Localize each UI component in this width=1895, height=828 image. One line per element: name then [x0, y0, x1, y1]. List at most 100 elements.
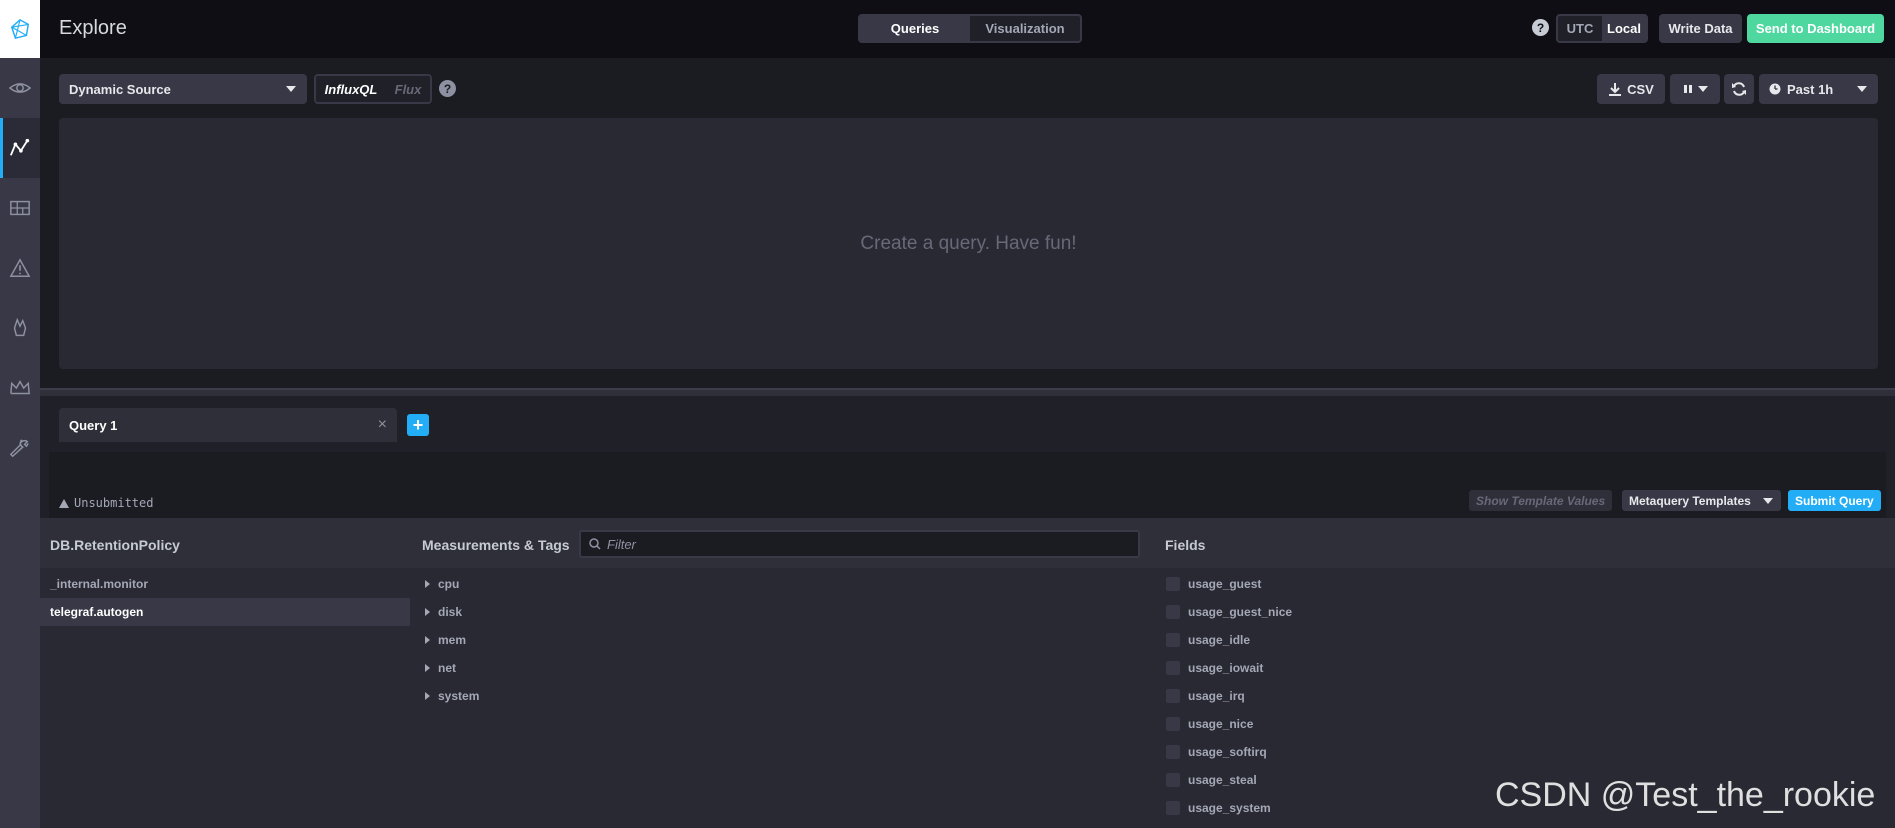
field-checkbox[interactable]	[1166, 745, 1180, 759]
send-to-dashboard-button[interactable]: Send to Dashboard	[1747, 14, 1884, 43]
query-editor[interactable]: Unsubmitted Show Template Values Metaque…	[49, 452, 1886, 518]
caret-right-icon	[425, 664, 430, 672]
autorefresh-dropdown[interactable]	[1670, 74, 1720, 104]
pause-icon	[1683, 85, 1692, 93]
chevron-down-icon	[1697, 86, 1708, 92]
field-checkbox[interactable]	[1166, 605, 1180, 619]
field-checkbox[interactable]	[1166, 661, 1180, 675]
refresh-icon	[1732, 82, 1746, 96]
field-item[interactable]: usage_irq	[1166, 682, 1292, 710]
field-item[interactable]: usage_guest_nice	[1166, 598, 1292, 626]
measurement-item[interactable]: system	[419, 682, 479, 710]
metaquery-templates-label: Metaquery Templates	[1629, 493, 1751, 508]
language-flux[interactable]: Flux	[386, 76, 430, 102]
field-item[interactable]: usage_iowait	[1166, 654, 1292, 682]
query-section: Query 1 × + Unsubmitted Show Template Va…	[40, 396, 1895, 828]
query-status-label: Unsubmitted	[74, 496, 154, 510]
wrench-icon	[9, 439, 29, 458]
fields-list: usage_guest usage_guest_nice usage_idle …	[1166, 570, 1292, 822]
sidebar	[0, 0, 40, 828]
measurement-item[interactable]: cpu	[419, 570, 479, 598]
submit-query-button[interactable]: Submit Query	[1788, 490, 1881, 511]
field-item[interactable]: usage_system	[1166, 794, 1292, 822]
query-status: Unsubmitted	[59, 496, 153, 510]
alert-triangle-icon	[9, 258, 31, 277]
help-icon[interactable]: ?	[1532, 19, 1549, 36]
eye-icon	[9, 83, 31, 93]
measurement-item[interactable]: net	[419, 654, 479, 682]
graph-line-icon	[9, 138, 30, 156]
page-header: Explore Queries Visualization ? UTC Loca…	[40, 0, 1895, 58]
field-item[interactable]: usage_nice	[1166, 710, 1292, 738]
sidebar-item-configuration[interactable]	[0, 418, 40, 478]
csv-download-button[interactable]: CSV	[1597, 74, 1665, 104]
show-template-values-button[interactable]: Show Template Values	[1469, 490, 1613, 511]
app-root: Explore Queries Visualization ? UTC Loca…	[0, 0, 1895, 828]
csv-label: CSV	[1627, 81, 1654, 97]
influx-logo-icon[interactable]	[0, 0, 40, 58]
write-data-button[interactable]: Write Data	[1659, 14, 1742, 43]
crown-icon	[10, 380, 30, 395]
download-icon	[1609, 83, 1622, 96]
field-checkbox[interactable]	[1166, 717, 1180, 731]
close-icon[interactable]: ×	[378, 416, 387, 434]
language-influxql[interactable]: InfluxQL	[316, 76, 386, 102]
clock-icon	[1769, 83, 1781, 95]
measurement-item[interactable]: disk	[419, 598, 479, 626]
chevron-down-icon	[286, 86, 296, 92]
metaquery-templates-dropdown[interactable]: Metaquery Templates	[1622, 490, 1781, 511]
query-tab[interactable]: Query 1 ×	[59, 408, 397, 442]
add-query-button[interactable]: +	[407, 414, 429, 436]
sidebar-item-explore[interactable]	[0, 118, 40, 178]
db-item[interactable]: _internal.monitor	[40, 570, 410, 598]
field-item[interactable]: usage_guest	[1166, 570, 1292, 598]
field-checkbox[interactable]	[1166, 773, 1180, 787]
time-range-dropdown[interactable]: Past 1h	[1759, 74, 1878, 104]
sidebar-item-alerting[interactable]	[0, 238, 40, 298]
sidebar-item-dashboards[interactable]	[0, 178, 40, 238]
sidebar-item-admin[interactable]	[0, 358, 40, 418]
explore-mode-tabs: Queries Visualization	[858, 14, 1082, 43]
filter-input[interactable]	[607, 536, 1107, 552]
caret-right-icon	[425, 580, 430, 588]
timezone-utc[interactable]: UTC	[1558, 16, 1602, 41]
caret-right-icon	[425, 636, 430, 644]
source-dropdown[interactable]: Dynamic Source	[59, 74, 307, 104]
timezone-toggle: UTC Local	[1556, 14, 1648, 43]
field-checkbox[interactable]	[1166, 689, 1180, 703]
graph-area: Dynamic Source InfluxQL Flux ? CSV Past …	[40, 58, 1895, 388]
empty-graph-message: Create a query. Have fun!	[860, 232, 1077, 254]
db-list: _internal.monitor telegraf.autogen	[40, 570, 410, 626]
field-checkbox[interactable]	[1166, 801, 1180, 815]
db-item-selected[interactable]: telegraf.autogen	[40, 598, 410, 626]
dashboard-grid-icon	[10, 200, 30, 216]
field-item[interactable]: usage_idle	[1166, 626, 1292, 654]
chevron-down-icon	[1763, 498, 1773, 504]
caret-right-icon	[425, 692, 430, 700]
page-title: Explore	[59, 17, 127, 39]
graph-placeholder: Create a query. Have fun!	[59, 118, 1878, 369]
tab-visualization[interactable]: Visualization	[970, 16, 1080, 41]
resize-handle[interactable]	[40, 388, 1895, 396]
source-dropdown-label: Dynamic Source	[69, 81, 171, 97]
language-help-icon[interactable]: ?	[439, 80, 456, 97]
field-checkbox[interactable]	[1166, 577, 1180, 591]
hand-icon	[13, 317, 27, 337]
field-item[interactable]: usage_steal	[1166, 766, 1292, 794]
query-tab-label: Query 1	[69, 417, 118, 433]
warning-icon	[59, 498, 69, 508]
measurements-column-header: Measurements & Tags	[422, 537, 570, 553]
watermark: CSDN @Test_the_rookie	[1495, 776, 1876, 814]
field-checkbox[interactable]	[1166, 633, 1180, 647]
sidebar-item-status[interactable]	[0, 58, 40, 118]
chevron-down-icon	[1857, 86, 1867, 92]
refresh-button[interactable]	[1724, 74, 1754, 104]
field-item[interactable]: usage_softirq	[1166, 738, 1292, 766]
timezone-local[interactable]: Local	[1602, 16, 1646, 41]
sidebar-item-log-viewer[interactable]	[0, 298, 40, 358]
tab-queries[interactable]: Queries	[860, 16, 970, 41]
caret-right-icon	[425, 608, 430, 616]
search-icon	[589, 538, 601, 550]
measurement-item[interactable]: mem	[419, 626, 479, 654]
db-column-header: DB.RetentionPolicy	[50, 537, 180, 553]
